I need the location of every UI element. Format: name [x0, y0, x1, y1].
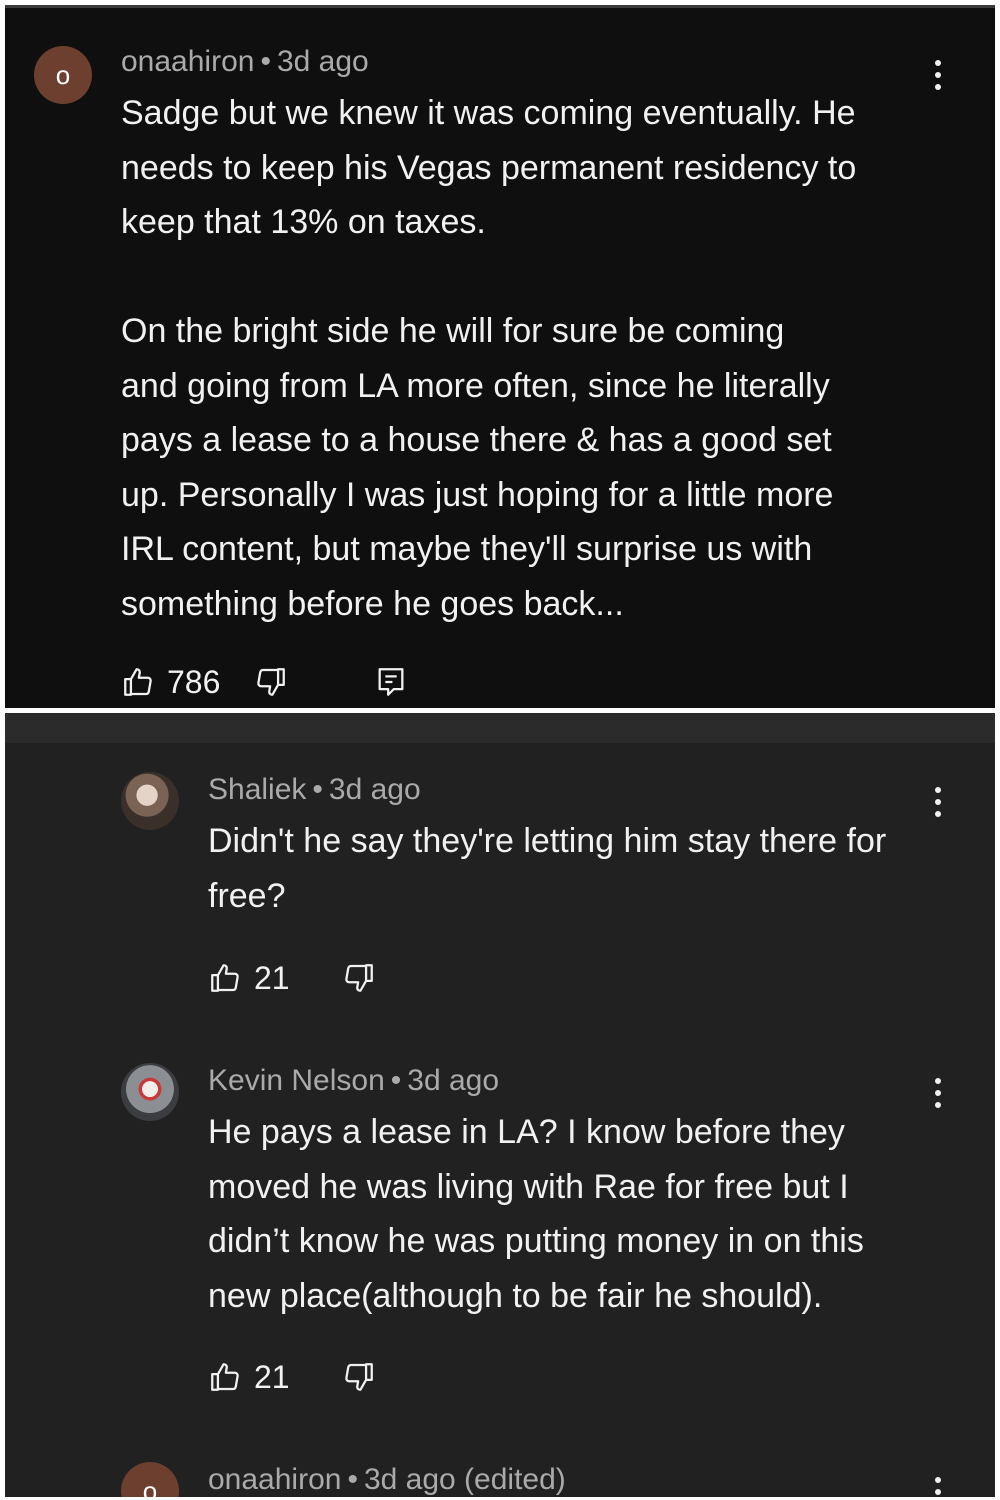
meta-separator: •: [390, 1064, 402, 1097]
comment-meta: onaahiron • 3d ago (edited): [208, 1463, 566, 1497]
meta-separator: •: [312, 773, 323, 806]
reply-icon: [378, 668, 404, 696]
author-name[interactable]: Kevin Nelson: [208, 1064, 385, 1097]
like-count: 786: [167, 663, 221, 700]
thumbs-up-icon: [211, 1363, 239, 1391]
comment-meta: Kevin Nelson • 3d ago: [208, 1064, 499, 1098]
like-count: 21: [254, 959, 290, 996]
author-name[interactable]: onaahiron: [208, 1463, 341, 1496]
replies-panel: Shaliek • 3d ago Didn't he say they're let…: [5, 713, 995, 1497]
comment-meta: Shaliek • 3d ago: [208, 773, 421, 807]
reply-comment: Kevin Nelson • 3d ago He pays a lease in L…: [5, 1034, 995, 1434]
top-comment-panel: o onaahiron • 3d ago Sadge but we knew it …: [5, 5, 995, 708]
thumbs-down-icon: [344, 1363, 373, 1391]
author-name[interactable]: onaahiron: [121, 45, 254, 78]
like-button[interactable]: 786: [121, 664, 220, 701]
dislike-button[interactable]: [342, 1360, 376, 1394]
thumbs-down-icon: [344, 964, 373, 992]
reply-comment: o onaahiron • 3d ago (edited): [5, 1433, 995, 1497]
comment-text: Didn't he say they're letting him stay t…: [208, 822, 887, 915]
thumbs-down-icon: [257, 668, 286, 696]
like-count: 21: [254, 1358, 290, 1395]
avatar-letter: o: [142, 1475, 158, 1498]
comment-text: He pays a lease in LA? I know before the…: [208, 1113, 864, 1315]
avatar[interactable]: [121, 1063, 179, 1121]
avatar[interactable]: o: [121, 1462, 179, 1497]
comment-actions: 21: [208, 1357, 376, 1397]
reply-comment: Shaliek • 3d ago Didn't he say they're let…: [5, 743, 995, 1043]
top-comment: o onaahiron • 3d ago Sadge but we knew it …: [5, 8, 995, 708]
comment-time[interactable]: 3d ago: [277, 45, 369, 78]
comment-actions: 21: [208, 958, 376, 998]
comment-time[interactable]: 3d ago: [407, 1064, 499, 1097]
reply-button[interactable]: [374, 665, 408, 699]
more-vert-icon[interactable]: [933, 1477, 943, 1497]
thumbs-up-icon: [211, 964, 239, 992]
like-button[interactable]: 21: [208, 960, 290, 997]
avatar[interactable]: [121, 772, 179, 830]
author-name[interactable]: Shaliek: [208, 773, 306, 806]
meta-separator: •: [347, 1463, 358, 1496]
meta-separator: •: [260, 45, 271, 78]
avatar[interactable]: o: [34, 46, 92, 104]
thumbs-up-icon: [124, 668, 152, 696]
comment-time[interactable]: 3d ago: [329, 773, 421, 806]
dislike-button[interactable]: [254, 665, 288, 699]
avatar-letter: o: [55, 59, 71, 90]
comment-text: Sadge but we knew it was coming eventual…: [121, 94, 857, 623]
comment-actions: 786: [121, 662, 408, 702]
comment-meta: onaahiron • 3d ago: [121, 45, 369, 79]
comment-time[interactable]: 3d ago (edited): [364, 1463, 566, 1496]
like-button[interactable]: 21: [208, 1359, 290, 1396]
dislike-button[interactable]: [342, 961, 376, 995]
